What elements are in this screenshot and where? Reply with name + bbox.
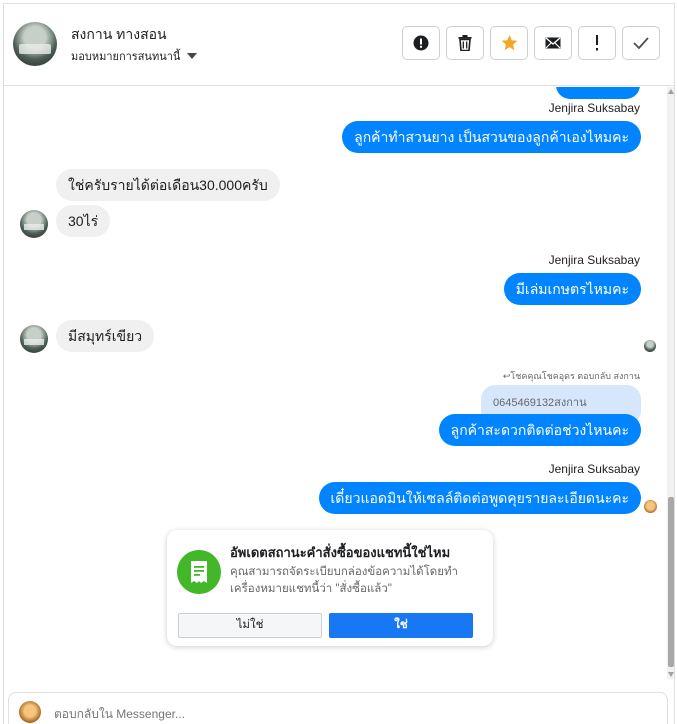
order-status-prompt: อัพเดตสถานะคำสั่งซื้อของแชทนี้ใช่ไหม คุณ… — [167, 530, 493, 646]
outgoing-message-partial[interactable] — [556, 87, 640, 99]
seen-avatar-icon — [644, 500, 657, 513]
contact-avatar-small — [20, 210, 48, 238]
page-avatar — [19, 701, 41, 723]
star-icon — [501, 35, 517, 51]
header-actions — [402, 26, 660, 60]
assign-label: มอบหมายการสนทนานี้ — [71, 51, 181, 63]
outgoing-message[interactable]: มีเล่มเกษตรไหมคะ — [503, 273, 641, 305]
trash-icon — [458, 35, 472, 51]
exclamation-icon — [596, 35, 598, 51]
incoming-message[interactable]: มีสมุทร์เขียว — [56, 320, 155, 352]
sender-name: Jenjira Suksabay — [548, 462, 640, 476]
incoming-message[interactable]: 30ไร่ — [56, 205, 111, 237]
message-thread[interactable]: Jenjira Suksabay ลูกค้าทำสวนยาง เป็นสวนข… — [4, 87, 666, 679]
receipt-icon — [177, 550, 221, 594]
scroll-thumb[interactable] — [668, 497, 674, 667]
prompt-title: อัพเดตสถานะคำสั่งซื้อของแชทนี้ใช่ไหม — [230, 545, 451, 560]
scroll-down-arrow-icon[interactable] — [668, 672, 674, 677]
outgoing-message[interactable]: ลูกค้าสะดวกติดต่อช่วงไหนคะ — [438, 414, 641, 446]
seen-avatar-icon — [644, 340, 656, 352]
inbox-conversation-panel: สงกาน ทางสอน มอบหมายการสนทนานี้ Jenjira … — [3, 3, 675, 724]
reply-info: ↩โชคคุณโชคอุดร ตอบกลับ สงกาน — [502, 371, 640, 381]
scroll-up-arrow-icon[interactable] — [668, 89, 674, 94]
prompt-description: คุณสามารถจัดระเบียบกล่องข้อความได้โดยทำเ… — [230, 566, 459, 595]
incoming-message[interactable]: ใช่ครับรายได้ต่อเดือน30.000ครับ — [56, 169, 280, 201]
no-button[interactable]: ไม่ใช่ — [178, 613, 322, 638]
assign-conversation-dropdown[interactable]: มอบหมายการสนทนานี้ — [71, 47, 198, 65]
chat-scrollbar[interactable] — [667, 87, 674, 679]
alert-circle-icon — [413, 35, 429, 51]
spam-button[interactable] — [402, 26, 440, 60]
outgoing-message[interactable]: ลูกค้าทำสวนยาง เป็นสวนของลูกค้าเองไหมคะ — [342, 121, 641, 153]
star-button[interactable] — [490, 26, 528, 60]
email-button[interactable] — [534, 26, 572, 60]
delete-button[interactable] — [446, 26, 484, 60]
caret-down-icon — [187, 53, 198, 59]
conversation-header: สงกาน ทางสอน มอบหมายการสนทนานี้ — [4, 4, 674, 86]
contact-name[interactable]: สงกาน ทางสอน — [71, 24, 167, 46]
sender-name: Jenjira Suksabay — [548, 101, 640, 115]
contact-avatar-small — [20, 325, 48, 353]
envelope-icon — [545, 37, 561, 49]
outgoing-message[interactable]: เดี๋ยวแอดมินให้เซลล์ติดต่อพูดคุยรายละเอี… — [318, 482, 641, 514]
checkmark-icon — [633, 37, 649, 49]
mark-done-button[interactable] — [622, 26, 660, 60]
contact-avatar[interactable] — [13, 22, 57, 66]
sender-name: Jenjira Suksabay — [548, 253, 640, 267]
reply-input[interactable] — [54, 707, 644, 721]
reply-composer — [8, 692, 668, 724]
yes-button[interactable]: ใช่ — [329, 613, 473, 638]
mark-unread-button[interactable] — [578, 26, 616, 60]
